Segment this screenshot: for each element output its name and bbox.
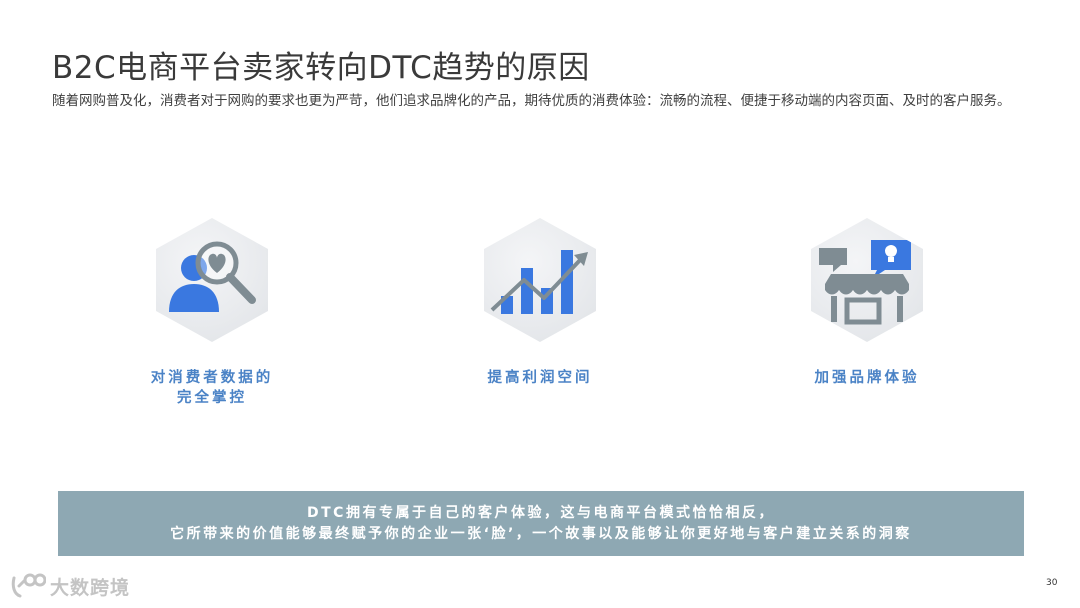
brand-logo: 大数跨境: [10, 572, 130, 600]
growth-chart-icon: [490, 250, 588, 314]
storefront-icon: [819, 240, 911, 325]
logo-text: 大数跨境: [50, 576, 131, 599]
page-number: 30: [1046, 578, 1058, 588]
banner-line-1: DTC拥有专属于自己的客户体验，这与电商平台模式恰恰相反，: [307, 504, 775, 521]
hexagon-tile: [484, 218, 596, 342]
feature-brand-experience: 加强品牌体验: [737, 218, 997, 388]
feature-label: 对消费者数据的 完全掌控: [150, 370, 274, 406]
feature-label: 加强品牌体验: [814, 370, 920, 386]
feature-data-control: 对消费者数据的 完全掌控: [82, 218, 342, 408]
page-title: B2C电商平台卖家转向DTC趋势的原因: [52, 50, 590, 86]
hexagon-tile: [811, 218, 923, 342]
summary-banner: DTC拥有专属于自己的客户体验，这与电商平台模式恰恰相反， 它所带来的价值能够最…: [58, 491, 1024, 556]
banner-line-2: 它所带来的价值能够最终赋予你的企业一张‘脸’，一个故事以及能够让你更好地与客户建…: [170, 525, 912, 542]
user-magnifier-icon: [169, 241, 256, 312]
page-subtitle: 随着网购普及化，消费者对于网购的要求也更为严苛，他们追求品牌化的产品，期待优质的…: [52, 93, 1011, 109]
logo-mark-icon: [11, 573, 46, 598]
hexagon-tile: [156, 218, 268, 342]
feature-label: 提高利润空间: [487, 370, 593, 386]
feature-profit-margin: 提高利润空间: [410, 218, 670, 388]
